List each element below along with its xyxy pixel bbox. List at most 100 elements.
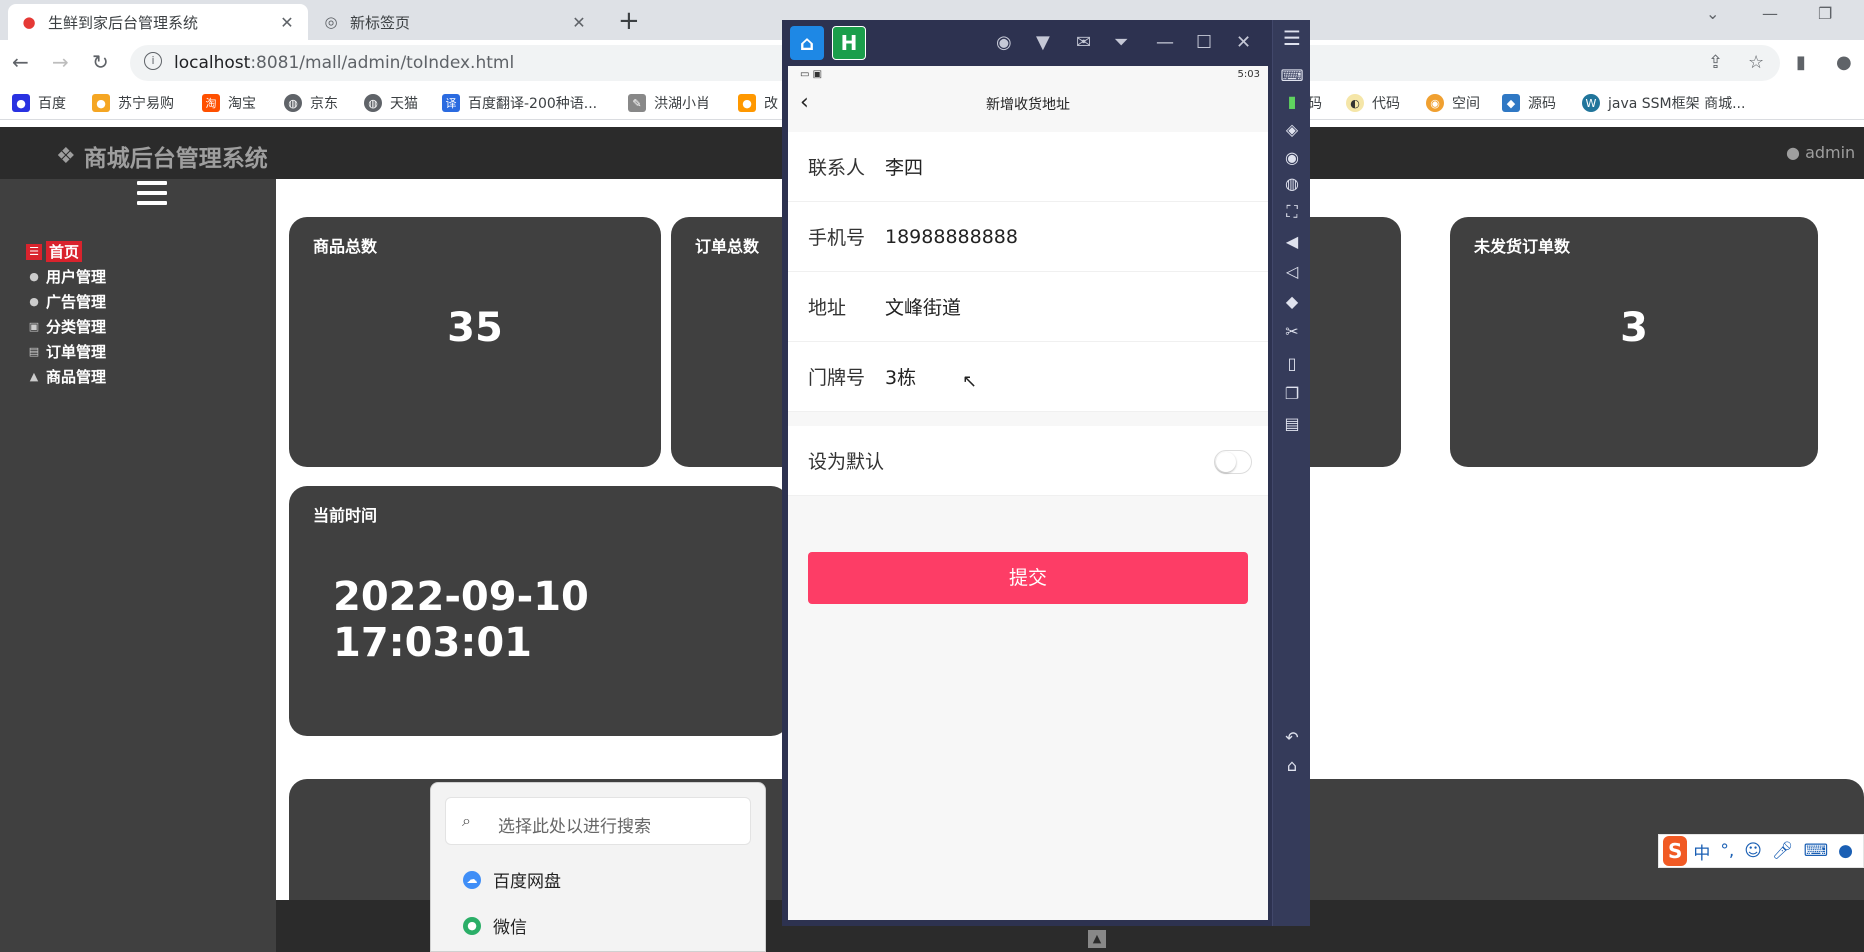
reload-icon[interactable]: ↻ <box>92 50 109 74</box>
close-icon[interactable]: ✕ <box>570 13 588 32</box>
volume-down-icon[interactable]: ◁ <box>1273 262 1311 281</box>
emoji-icon[interactable]: ☺ <box>1744 841 1762 861</box>
card-unshipped-orders: 未发货订单数 3 <box>1450 217 1818 467</box>
tab-admin[interactable]: ● 生鲜到家后台管理系统 ✕ <box>8 4 308 40</box>
back-icon[interactable]: ↶ <box>1273 728 1311 747</box>
windows-search-input[interactable]: ⌕ 选择此处以进行搜索 <box>445 797 751 845</box>
user-icon: ● <box>1786 143 1800 162</box>
admin-username: admin <box>1805 143 1856 162</box>
field-phone[interactable]: 手机号 18988888888 <box>788 202 1268 272</box>
scroll-top-icon[interactable]: ▲ <box>1088 930 1106 948</box>
fullscreen-icon[interactable]: ⛶ <box>1273 202 1311 222</box>
share-icon[interactable]: ⇪ <box>1708 52 1723 73</box>
default-toggle[interactable] <box>1214 450 1252 474</box>
address-input[interactable]: 文峰街道 <box>885 293 961 320</box>
hamburger-menu-icon[interactable] <box>137 181 167 211</box>
restore-icon[interactable]: ❐ <box>1818 4 1832 23</box>
search-result-wechat[interactable]: ● 微信 <box>463 913 527 938</box>
site-info-icon[interactable]: i <box>144 52 162 70</box>
card-products-total: 商品总数 35 <box>289 217 661 467</box>
phone-status-bar: ▭ ▣ 5:03 <box>788 66 1268 84</box>
eye-icon[interactable]: ◉ <box>1273 148 1311 167</box>
sidebar-item-products[interactable]: ▲ 商品管理 <box>26 364 106 389</box>
search-result-label: 微信 <box>493 918 527 938</box>
user-icon[interactable]: ● <box>1838 841 1853 861</box>
chevron-down-icon[interactable]: ⌄ <box>1706 4 1719 23</box>
ime-mode-toggle[interactable]: 中 <box>1693 839 1710 864</box>
baidu-icon: ● <box>12 94 30 112</box>
scissors-icon[interactable]: ✂ <box>1273 322 1311 341</box>
bookmark-item[interactable]: 淘淘宝 <box>202 93 256 113</box>
bookmark-item[interactable]: ◍ 京东 <box>284 93 338 113</box>
dropdown-icon[interactable]: ⏷ <box>1114 32 1128 53</box>
bookmark-item[interactable]: ◍ 天猫 <box>364 93 418 113</box>
ime-punct-toggle[interactable]: °, <box>1720 841 1734 861</box>
home-app-icon[interactable]: ⌂ <box>790 26 824 60</box>
gamepad-icon[interactable]: ◈ <box>1273 120 1311 139</box>
sidebar-item-home[interactable]: ☰ 首页 <box>26 239 106 264</box>
chat-icon[interactable]: ◍ <box>1273 174 1311 193</box>
h-app-icon[interactable]: H <box>832 26 866 60</box>
field-address[interactable]: 地址 文峰街道 <box>788 272 1268 342</box>
bookmark-item[interactable]: ● 百度 <box>12 93 66 113</box>
globe-icon: ◍ <box>364 94 382 112</box>
admin-user-menu[interactable]: ● admin <box>1786 143 1855 162</box>
bookmark-item[interactable]: 译百度翻译-200种语... <box>442 93 597 113</box>
contact-input[interactable]: 李四 <box>885 153 923 180</box>
phone-input[interactable]: 18988888888 <box>885 226 1018 248</box>
bookmark-item[interactable]: ● 苏宁易购 <box>92 93 174 113</box>
field-door-number[interactable]: 门牌号 3栋 <box>788 342 1268 412</box>
sidebar-item-users[interactable]: ● 用户管理 <box>26 264 106 289</box>
mail-icon[interactable]: ✉ <box>1076 32 1091 53</box>
search-result-baidu-netdisk[interactable]: ☁ 百度网盘 <box>463 867 561 892</box>
ime-toolbar: S 中 °, ☺ 🎤︎ ⌨ ● <box>1658 834 1864 868</box>
profile-icon[interactable]: ● <box>1836 52 1852 73</box>
sidebar-menu: ☰ 首页 ● 用户管理 ● 广告管理 ▣ 分类管理 ▤ 订单管理 ▲ 商品管理 <box>26 239 106 389</box>
battery-icon[interactable]: ▮ <box>1273 92 1311 111</box>
tab-title: 新标签页 <box>350 13 411 32</box>
sidebar-item-categories[interactable]: ▣ 分类管理 <box>26 314 106 339</box>
bookmark-item[interactable]: ◐ 代码 <box>1346 93 1400 113</box>
sidebar-item-ads[interactable]: ● 广告管理 <box>26 289 106 314</box>
sidebar-item-label: 用户管理 <box>46 268 107 286</box>
keyboard-icon[interactable]: ⌨ <box>1273 66 1311 85</box>
multi-window-icon[interactable]: ❐ <box>1273 384 1311 403</box>
close-icon[interactable]: ✕ <box>278 13 296 32</box>
bookmark-item[interactable]: Wjava SSM框架 商城... <box>1582 93 1745 113</box>
door-number-input[interactable]: 3栋 <box>885 363 916 390</box>
sogou-icon[interactable]: S <box>1663 836 1688 866</box>
submit-button[interactable]: 提交 <box>808 552 1248 604</box>
bookmark-item[interactable]: ● 改 <box>738 93 778 113</box>
maximize-icon[interactable]: ☐ <box>1196 32 1212 53</box>
account-icon[interactable]: ◉ <box>996 32 1012 53</box>
bookmark-label: 天猫 <box>390 96 418 112</box>
keyboard-icon[interactable]: ⌨ <box>1804 841 1829 861</box>
location-icon[interactable]: ◆ <box>1273 292 1311 311</box>
back-arrow-icon[interactable]: ← <box>12 50 29 74</box>
new-tab-button[interactable]: + <box>618 6 640 36</box>
bookmark-item[interactable]: ◉ 空间 <box>1426 93 1480 113</box>
shake-icon[interactable]: ▯ <box>1273 354 1311 373</box>
field-contact[interactable]: 联系人 李四 <box>788 132 1268 202</box>
side-panel-icon[interactable]: ▮ <box>1796 52 1806 73</box>
menu-icon[interactable]: ☰ <box>1273 26 1311 50</box>
bookmark-label: java SSM框架 商城... <box>1608 96 1746 112</box>
home-icon[interactable]: ⌂ <box>1273 756 1311 775</box>
close-icon[interactable]: ✕ <box>1236 32 1251 53</box>
taobao-icon: 淘 <box>202 94 220 112</box>
volume-up-icon[interactable]: ◀ <box>1273 232 1311 251</box>
bookmark-label: 苏宁易购 <box>118 96 174 112</box>
star-icon[interactable]: ☆ <box>1748 52 1764 73</box>
shirt-icon[interactable]: ▼ <box>1036 32 1050 53</box>
tab-newtab[interactable]: ◎ 新标签页 ✕ <box>310 4 600 40</box>
apk-install-icon[interactable]: ▤ <box>1273 414 1311 433</box>
sidebar-item-orders[interactable]: ▤ 订单管理 <box>26 339 106 364</box>
minimize-icon[interactable]: — <box>1156 32 1174 53</box>
forward-arrow-icon[interactable]: → <box>52 50 69 74</box>
field-label: 联系人 <box>808 157 866 179</box>
microphone-icon[interactable]: 🎤︎ <box>1772 841 1794 861</box>
bookmark-item[interactable]: ✎ 洪湖小肖 <box>628 93 710 113</box>
bookmark-item[interactable]: ◆ 源码 <box>1502 93 1556 113</box>
phone-nav-bar: ‹ 新增收货地址 <box>788 84 1268 122</box>
minimize-icon[interactable]: — <box>1762 4 1778 23</box>
